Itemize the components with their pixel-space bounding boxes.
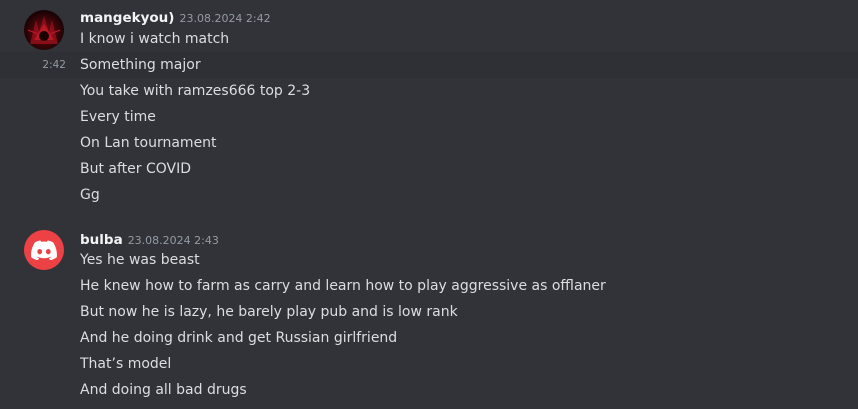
message-line[interactable]: But after COVID xyxy=(0,156,858,182)
message-text: But after COVID xyxy=(80,161,192,177)
message-text: Something major xyxy=(80,57,201,73)
message-line[interactable]: And he doing drink and get Russian girlf… xyxy=(0,325,858,351)
chat-message-list: mangekyou) 23.08.2024 2:42 I know i watch… xyxy=(0,0,858,409)
hover-timestamp: 2:42 xyxy=(42,59,66,71)
message-text: Yes he was beast xyxy=(80,252,200,268)
message-timestamp[interactable]: 23.08.2024 2:42 xyxy=(179,12,270,25)
message-line[interactable]: I know i watch match xyxy=(0,26,858,52)
message-line[interactable]: That’s model xyxy=(0,351,858,377)
message-text: Gg xyxy=(80,187,100,203)
message-line[interactable]: He knew how to farm as carry and learn h… xyxy=(0,273,858,299)
message-line[interactable]: Gg xyxy=(0,182,858,208)
message-line[interactable]: But now he is lazy, he barely play pub a… xyxy=(0,299,858,325)
message-text: On Lan tournament xyxy=(80,135,217,151)
message-line[interactable]: On Lan tournament xyxy=(0,130,858,156)
username[interactable]: mangekyou) xyxy=(80,10,174,26)
message-line[interactable]: Every time xyxy=(0,104,858,130)
message-text: Every time xyxy=(80,109,156,125)
message-header: mangekyou) 23.08.2024 2:42 xyxy=(80,8,271,26)
message-text: And doing all bad drugs xyxy=(80,382,247,398)
message-text: He knew how to farm as carry and learn h… xyxy=(80,278,606,294)
message-text: And he doing drink and get Russian girlf… xyxy=(80,330,398,346)
username[interactable]: bulba xyxy=(80,232,123,248)
message-header: bulba 23.08.2024 2:43 xyxy=(80,230,219,248)
message-line[interactable]: And doing all bad drugs xyxy=(0,377,858,403)
message-timestamp[interactable]: 23.08.2024 2:43 xyxy=(128,234,219,247)
message-text: I know i watch match xyxy=(80,31,230,47)
message-text: You take with ramzes666 top 2-3 xyxy=(80,83,311,99)
message-text: That’s model xyxy=(80,356,172,372)
message-text: But now he is lazy, he barely play pub a… xyxy=(80,304,458,320)
message-line[interactable]: Yes he was beast xyxy=(0,247,858,273)
message-line[interactable]: 2:42 Something major xyxy=(0,52,858,78)
message-line[interactable]: You take with ramzes666 top 2-3 xyxy=(0,78,858,104)
